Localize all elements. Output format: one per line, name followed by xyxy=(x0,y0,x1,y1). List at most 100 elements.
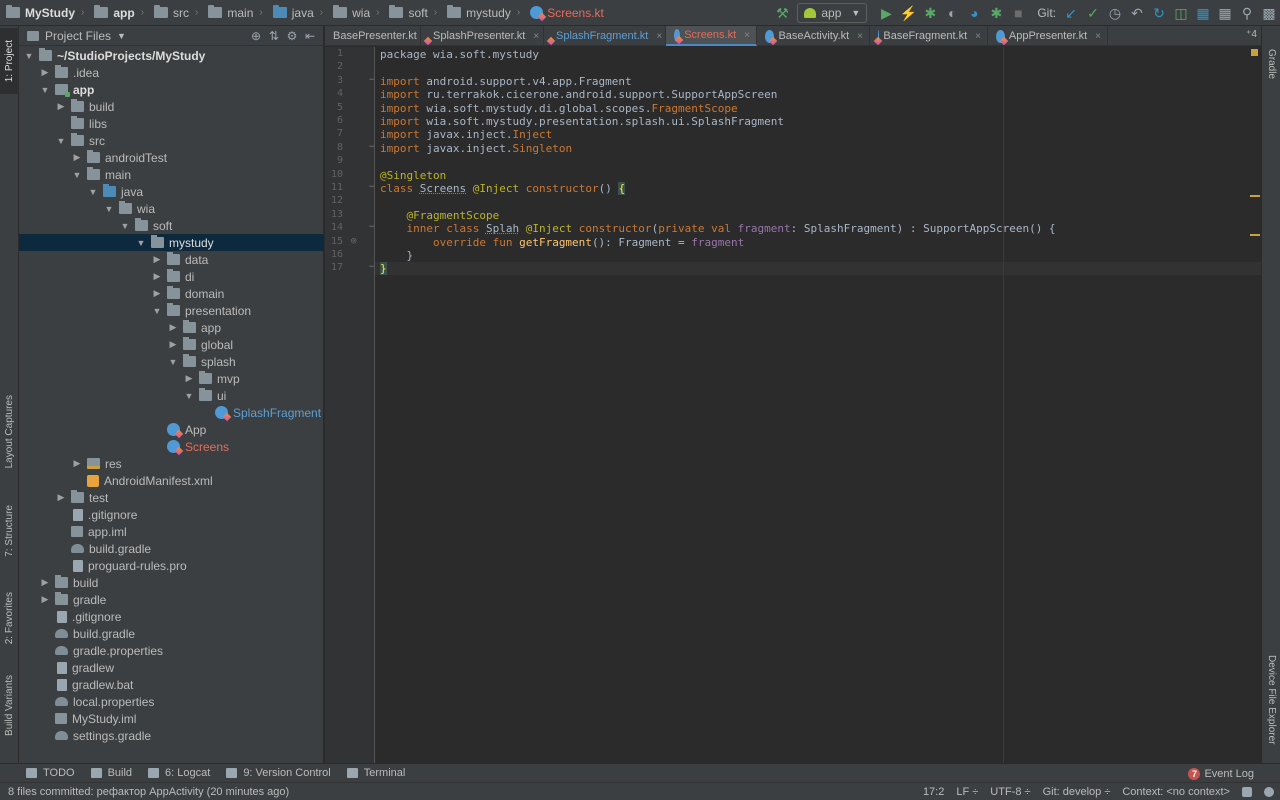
expand-arrow-icon[interactable]: ▼ xyxy=(167,357,179,367)
lightning-icon[interactable]: ⚡ xyxy=(897,2,919,24)
code-line[interactable]: class Screens @Inject constructor() { xyxy=(380,182,626,195)
tree-node[interactable]: ▼ soft xyxy=(19,217,324,234)
tree-node[interactable]: Screens xyxy=(19,438,324,455)
collapse-arrow-icon[interactable]: ▶ xyxy=(71,458,83,469)
code-editor[interactable]: 1 2 3 4 5 6 7 8 9 10 11 12 13 14 15 16 17− − − − ◎ − package … xyxy=(325,47,1261,763)
tree-node[interactable]: proguard-rules.pro xyxy=(19,557,324,574)
search-icon[interactable]: ⚲ xyxy=(1236,2,1258,24)
expand-arrow-icon[interactable]: ▼ xyxy=(151,306,163,316)
collapse-arrow-icon[interactable]: ▶ xyxy=(183,373,195,384)
bottom-tool-4[interactable]: 9: Version Control xyxy=(218,764,338,783)
tree-node[interactable]: gradlew xyxy=(19,659,324,676)
gradle-sync-icon[interactable]: ↻ xyxy=(1148,2,1170,24)
tree-node[interactable]: ▶ app xyxy=(19,319,324,336)
tree-node[interactable]: build.gradle xyxy=(19,625,324,642)
override-marker-icon[interactable]: ◎ xyxy=(351,236,356,246)
tree-node[interactable]: ▶ mvp xyxy=(19,370,324,387)
code-line[interactable]: import android.support.v4.app.Fragment xyxy=(380,75,632,88)
bottom-tool-3[interactable]: 6: Logcat xyxy=(140,764,218,783)
code-line[interactable]: override fun getFragment(): Fragment = f… xyxy=(380,236,744,249)
bottom-tool-1[interactable]: TODO xyxy=(18,764,83,783)
tree-node[interactable]: ▶ test xyxy=(19,489,324,506)
tree-node[interactable]: .gitignore xyxy=(19,608,324,625)
tree-node[interactable]: ▶ global xyxy=(19,336,324,353)
bottom-tool-2[interactable]: Build xyxy=(83,764,140,783)
collapse-arrow-icon[interactable]: ▶ xyxy=(151,271,163,282)
tree-node[interactable]: ▶ res xyxy=(19,455,324,472)
collapse-arrow-icon[interactable]: ▶ xyxy=(151,288,163,299)
caret-position[interactable]: 17:2 xyxy=(923,786,944,798)
tree-node[interactable]: build.gradle xyxy=(19,540,324,557)
editor-tab[interactable]: BaseActivity.kt × xyxy=(757,26,870,46)
run-icon[interactable]: ▶ xyxy=(875,2,897,24)
project-structure-icon[interactable]: ▦ xyxy=(1214,2,1236,24)
editor-tab[interactable]: SplashFragment.kt × xyxy=(544,26,666,46)
expand-arrow-icon[interactable]: ▼ xyxy=(23,51,35,61)
code-line[interactable]: @FragmentScope xyxy=(380,209,500,222)
hammer-icon[interactable]: ⚒ xyxy=(771,2,793,24)
locate-icon[interactable]: ⊕ xyxy=(247,28,265,44)
tree-node[interactable]: ▶ androidTest xyxy=(19,149,324,166)
tree-node[interactable]: local.properties xyxy=(19,693,324,710)
close-icon[interactable]: × xyxy=(975,31,981,42)
revert-icon[interactable]: ↶ xyxy=(1126,2,1148,24)
editor-tab[interactable]: AppPresenter.kt × xyxy=(988,26,1108,46)
tab-build-variants[interactable]: Build Variants xyxy=(0,670,19,740)
tab-gradle[interactable]: Gradle xyxy=(1262,34,1280,94)
warning-marker[interactable] xyxy=(1250,195,1260,197)
collapse-arrow-icon[interactable]: ▶ xyxy=(55,492,67,503)
collapse-arrow-icon[interactable]: ▶ xyxy=(55,101,67,112)
tab-layout-captures[interactable]: Layout Captures xyxy=(0,386,19,478)
breadcrumb-item[interactable]: app › xyxy=(88,0,148,26)
tree-node[interactable]: libs xyxy=(19,115,324,132)
fold-marker-icon[interactable]: − xyxy=(369,142,374,152)
tree-node[interactable]: ▼ app xyxy=(19,81,324,98)
event-log-button[interactable]: 7 Event Log xyxy=(1188,764,1254,783)
hide-icon[interactable]: ⇤ xyxy=(301,28,319,44)
tree-node[interactable]: ▶ di xyxy=(19,268,324,285)
close-icon[interactable]: × xyxy=(857,31,863,42)
code-line[interactable]: import ru.terrakok.cicerone.android.supp… xyxy=(380,88,777,101)
code-line[interactable]: import wia.soft.mystudy.di.global.scopes… xyxy=(380,102,738,115)
expand-arrow-icon[interactable]: ▼ xyxy=(87,187,99,197)
tab-favorites[interactable]: 2: Favorites xyxy=(0,582,19,654)
hector-icon[interactable] xyxy=(1264,787,1274,797)
tree-node[interactable]: ▼ presentation xyxy=(19,302,324,319)
status-message[interactable]: 8 files committed: рефактор AppActivity … xyxy=(0,786,289,798)
collapse-arrow-icon[interactable]: ▶ xyxy=(167,322,179,333)
breadcrumb-item[interactable]: wia › xyxy=(327,0,383,26)
profile-icon[interactable]: ◕ xyxy=(963,2,985,24)
collapse-arrow-icon[interactable]: ▶ xyxy=(39,577,51,588)
tree-node[interactable]: AndroidManifest.xml xyxy=(19,472,324,489)
run-configuration-select[interactable]: app ▼ xyxy=(797,3,868,23)
editor-tab[interactable]: Screens.kt × xyxy=(666,26,757,46)
gear-icon[interactable]: ⚙ xyxy=(283,28,301,44)
tree-node[interactable]: ▶ build xyxy=(19,574,324,591)
lock-icon[interactable] xyxy=(1242,787,1252,797)
stop-icon[interactable]: ■ xyxy=(1007,2,1029,24)
tree-node[interactable]: ▼ wia xyxy=(19,200,324,217)
editor-tab[interactable]: BasePresenter.kt xyxy=(325,26,421,46)
git-update-icon[interactable]: ↙ xyxy=(1060,2,1082,24)
bottom-tool-5[interactable]: Terminal xyxy=(339,764,414,783)
warning-marker[interactable] xyxy=(1250,234,1260,236)
tree-node[interactable]: settings.gradle xyxy=(19,727,324,744)
more-tabs-indicator[interactable]: ⁺4 xyxy=(1246,29,1257,40)
close-icon[interactable]: × xyxy=(533,31,539,42)
terminal-icon[interactable]: ▩ xyxy=(1258,2,1280,24)
fold-marker-icon[interactable]: − xyxy=(369,182,374,192)
collapse-arrow-icon[interactable]: ▶ xyxy=(71,152,83,163)
tree-node[interactable]: ▶ gradle xyxy=(19,591,324,608)
encoding-select[interactable]: UTF-8 ÷ xyxy=(990,786,1030,798)
collapse-arrow-icon[interactable]: ▶ xyxy=(39,594,51,605)
close-icon[interactable]: × xyxy=(1095,31,1101,42)
chevron-down-icon[interactable]: ▼ xyxy=(117,31,126,41)
code-line[interactable]: import javax.inject.Singleton xyxy=(380,142,572,155)
tree-node[interactable]: ▶ data xyxy=(19,251,324,268)
breadcrumb-item[interactable]: Screens.kt xyxy=(524,0,608,26)
history-icon[interactable]: ◷ xyxy=(1104,2,1126,24)
close-icon[interactable]: × xyxy=(656,31,662,42)
collapse-arrow-icon[interactable]: ▶ xyxy=(167,339,179,350)
tree-node[interactable]: SplashFragment xyxy=(19,404,324,421)
editor-tab[interactable]: BaseFragment.kt × xyxy=(870,26,988,46)
